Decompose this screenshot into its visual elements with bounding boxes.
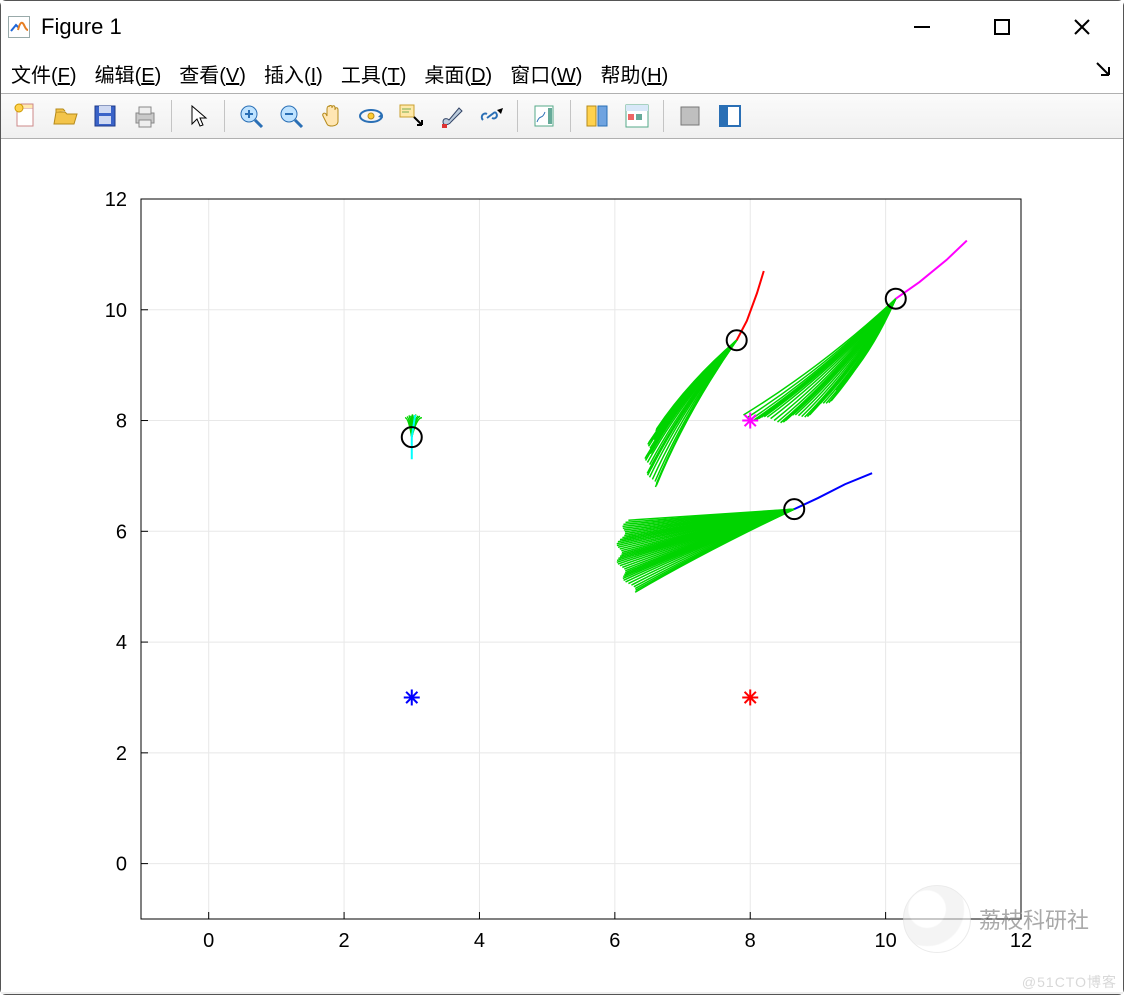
toolbar-separator	[224, 100, 225, 132]
svg-text:10: 10	[874, 930, 896, 952]
data-cursor-icon[interactable]	[393, 98, 429, 134]
watermark-overlay: 荔枝科研社	[903, 874, 1103, 964]
zoom-out-icon[interactable]	[273, 98, 309, 134]
print-icon[interactable]	[127, 98, 163, 134]
window-controls	[907, 12, 1117, 42]
svg-text:6: 6	[116, 521, 127, 543]
svg-text:0: 0	[203, 930, 214, 952]
rotate3d-icon[interactable]	[353, 98, 389, 134]
menubar: 文件(F) 编辑(E) 查看(V) 插入(I) 工具(T) 桌面(D) 窗口(W…	[1, 53, 1123, 93]
zoom-in-icon[interactable]	[233, 98, 269, 134]
figure-content: 024681012024681012 荔枝科研社 @51CTO博客	[1, 139, 1123, 994]
svg-text:2: 2	[339, 930, 350, 952]
axes[interactable]: 024681012024681012	[1, 139, 1123, 992]
pointer-icon[interactable]	[180, 98, 216, 134]
dock-arrow-icon[interactable]	[1093, 59, 1115, 87]
toolbar-separator	[570, 100, 571, 132]
minimize-button[interactable]	[907, 12, 937, 42]
svg-text:8: 8	[116, 411, 127, 433]
link-icon[interactable]	[473, 98, 509, 134]
figure-window: Figure 1 文件(F) 编辑(E) 查看(V) 插入(I) 工具(T) 桌…	[0, 0, 1124, 995]
hide-plot-tools-icon[interactable]	[619, 98, 655, 134]
menu-tools[interactable]: 工具(T)	[341, 59, 407, 88]
brush-icon[interactable]	[433, 98, 469, 134]
new-figure-icon[interactable]	[7, 98, 43, 134]
toolbar-separator	[171, 100, 172, 132]
footer-watermark: @51CTO博客	[1022, 972, 1117, 992]
svg-text:2: 2	[116, 743, 127, 765]
window-title: Figure 1	[41, 14, 122, 40]
menu-desktop[interactable]: 桌面(D)	[424, 59, 492, 88]
svg-text:4: 4	[474, 930, 485, 952]
menu-view[interactable]: 查看(V)	[179, 59, 246, 88]
menu-insert[interactable]: 插入(I)	[264, 59, 323, 88]
watermark-text: 荔枝科研社	[979, 903, 1089, 935]
property-editor-icon[interactable]	[672, 98, 708, 134]
insert-colorbar-icon[interactable]	[526, 98, 562, 134]
titlebar: Figure 1	[1, 1, 1123, 53]
open-icon[interactable]	[47, 98, 83, 134]
svg-text:4: 4	[116, 632, 127, 654]
close-button[interactable]	[1067, 12, 1097, 42]
maximize-button[interactable]	[987, 12, 1017, 42]
dock-icon[interactable]	[712, 98, 748, 134]
svg-text:6: 6	[609, 930, 620, 952]
menu-window[interactable]: 窗口(W)	[510, 59, 582, 88]
insert-legend-icon[interactable]	[579, 98, 615, 134]
save-icon[interactable]	[87, 98, 123, 134]
svg-text:8: 8	[745, 930, 756, 952]
qr-icon	[903, 885, 971, 953]
menu-help[interactable]: 帮助(H)	[600, 59, 668, 88]
menu-edit[interactable]: 编辑(E)	[95, 59, 162, 88]
svg-text:0: 0	[116, 854, 127, 876]
toolbar-separator	[663, 100, 664, 132]
menu-file[interactable]: 文件(F)	[11, 59, 77, 88]
toolbar	[1, 93, 1123, 139]
svg-text:10: 10	[105, 300, 127, 322]
matlab-icon	[7, 15, 31, 39]
svg-text:12: 12	[105, 189, 127, 211]
pan-icon[interactable]	[313, 98, 349, 134]
toolbar-separator	[517, 100, 518, 132]
